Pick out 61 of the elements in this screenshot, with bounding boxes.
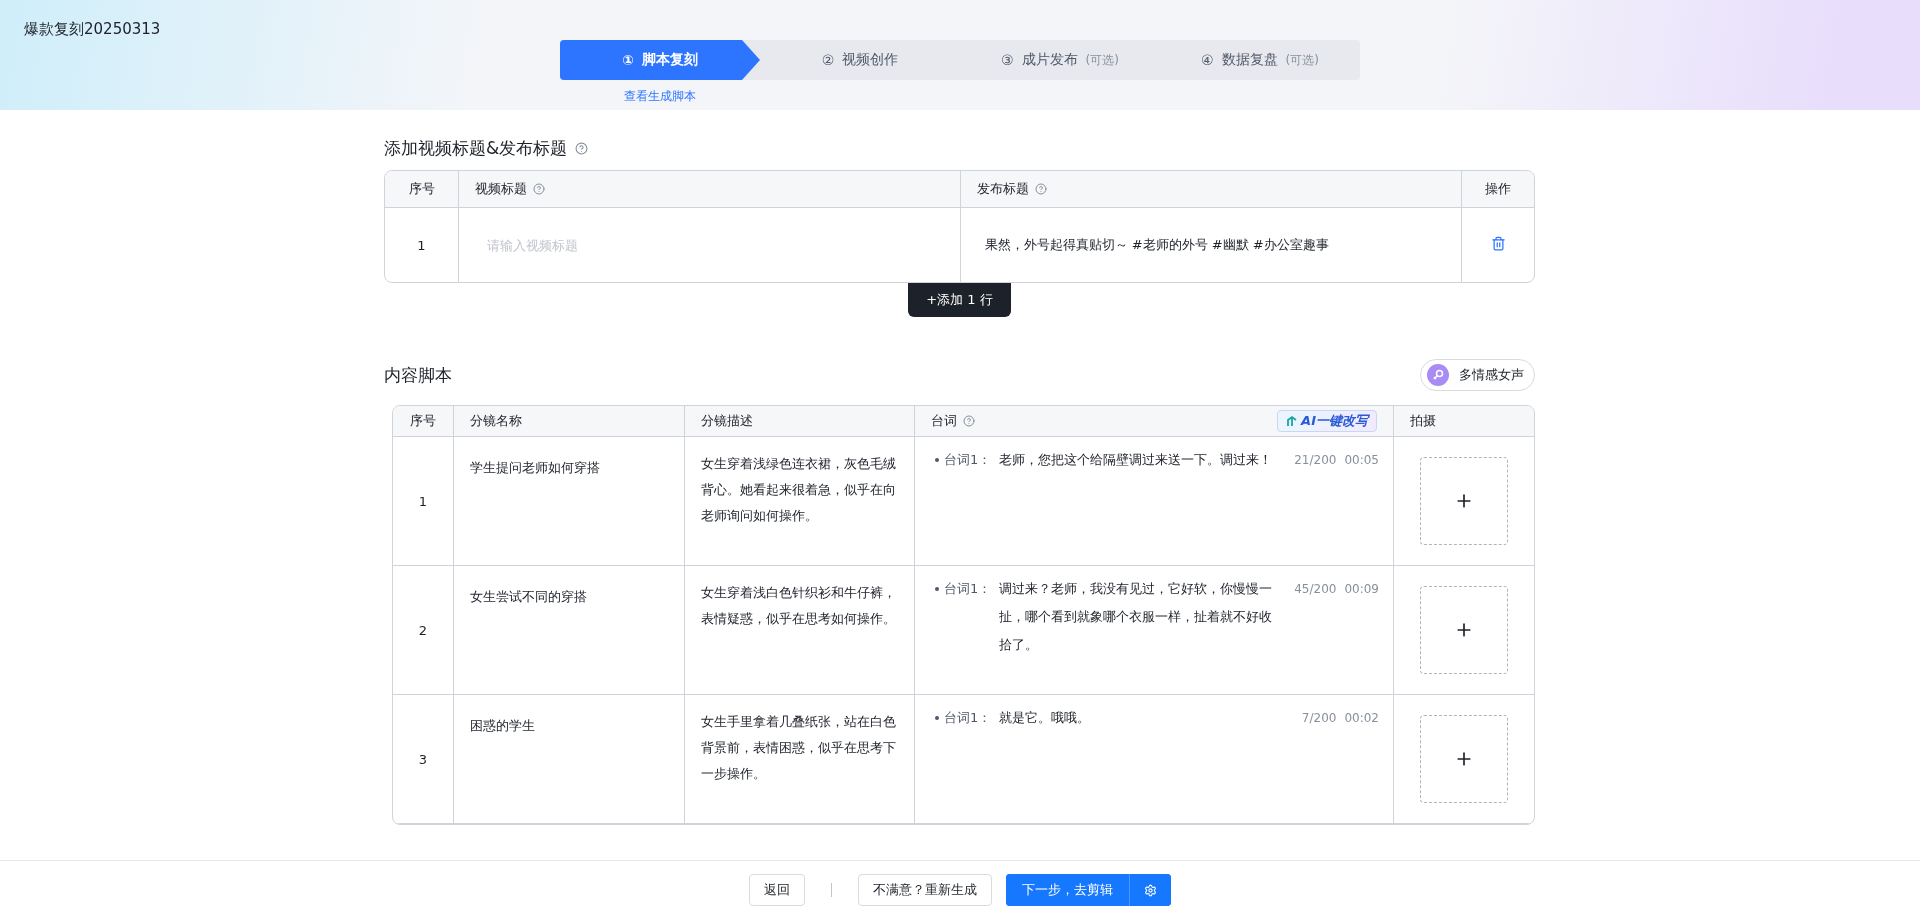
add-row-button[interactable]: +添加 1 行 xyxy=(908,283,1011,317)
video-title-input[interactable]: 请输入视频标题 xyxy=(475,229,968,261)
duration: 00:02 xyxy=(1344,710,1379,727)
row-number: 1 xyxy=(417,237,426,253)
column-header: 台词 xyxy=(931,412,957,430)
dialogue-text: 调过来？老师，我没有见过，它好软，你慢慢一扯，哪个看到就象哪个衣服一样，扯着就不好收拾了。 xyxy=(999,580,1274,654)
help-icon[interactable] xyxy=(963,415,975,427)
view-script-link[interactable]: 查看生成脚本 xyxy=(560,88,760,105)
step-tab[interactable]: ④ 数据复盘 (可选) xyxy=(1160,40,1360,80)
column-header: 视频标题 xyxy=(475,180,527,198)
bullet-icon xyxy=(935,587,939,591)
column-header: 分镜描述 xyxy=(701,412,753,430)
help-icon[interactable] xyxy=(575,141,589,155)
shot-description: 女生手里拿着几叠纸张，站在白色背景前，表情困惑，似乎在思考下一步操作。 xyxy=(701,713,897,783)
shot-description: 女生穿着浅绿色连衣裙，灰色毛绒背心。她看起来很着急，似乎在向老师询问如何操作。 xyxy=(701,455,897,525)
ai-rewrite-button[interactable]: AI一键改写 xyxy=(1277,410,1377,432)
publish-title: 果然，外号起得真贴切～ #老师的外号 #幽默 #办公室趣事 xyxy=(984,237,1329,252)
column-header: 拍摄 xyxy=(1410,412,1436,430)
project-title: 爆款复刻20250313 xyxy=(24,20,161,39)
section-heading: 添加视频标题&发布标题 xyxy=(384,136,568,160)
settings-button[interactable] xyxy=(1129,874,1171,906)
settings-icon xyxy=(1144,883,1157,897)
dialogue-text: 老师，您把这个给隔壁调过来送一下。调过来！ xyxy=(999,451,1274,469)
shot-name: 女生尝试不同的穿搭 xyxy=(470,589,587,604)
bullet-icon xyxy=(935,716,939,720)
row-number: 3 xyxy=(418,751,428,767)
step-tab[interactable]: ② 视频创作 xyxy=(760,40,960,80)
line-label: 台词1： xyxy=(944,709,992,727)
row-number: 2 xyxy=(418,622,428,638)
duration: 00:05 xyxy=(1344,452,1379,469)
delete-icon[interactable] xyxy=(1490,236,1506,251)
voice-icon xyxy=(1427,364,1449,386)
char-count: 21/200 xyxy=(1294,452,1337,469)
column-header: 序号 xyxy=(408,180,435,198)
line-label: 台词1： xyxy=(944,580,992,598)
regenerate-button[interactable]: 不满意？重新生成 xyxy=(858,874,992,906)
voice-button[interactable]: 多情感女声 xyxy=(1420,359,1535,391)
step-tab[interactable]: ① 脚本复刻 xyxy=(560,40,760,80)
add-shot-button[interactable] xyxy=(1420,715,1508,803)
back-button[interactable]: 返回 xyxy=(749,874,805,906)
column-header: 序号 xyxy=(410,412,436,430)
step-tab[interactable]: ③ 成片发布 (可选) xyxy=(960,40,1160,80)
add-shot-button[interactable] xyxy=(1420,586,1508,674)
line-label: 台词1： xyxy=(944,451,992,469)
section-heading: 内容脚本 xyxy=(384,363,452,387)
add-shot-button[interactable] xyxy=(1420,457,1508,545)
help-icon[interactable] xyxy=(1034,183,1047,195)
char-count: 45/200 xyxy=(1294,581,1337,598)
help-icon[interactable] xyxy=(533,183,545,195)
column-header: 发布标题 xyxy=(976,180,1029,198)
char-count: 7/200 xyxy=(1301,710,1337,727)
column-header: 分镜名称 xyxy=(470,412,522,430)
shot-name: 困惑的学生 xyxy=(470,718,535,733)
bullet-icon xyxy=(935,458,939,462)
shot-name: 学生提问老师如何穿搭 xyxy=(470,460,600,475)
duration: 00:09 xyxy=(1344,581,1379,598)
column-header: 操作 xyxy=(1485,180,1511,198)
dialogue-text: 就是它。哦哦。 xyxy=(999,709,1092,727)
shot-description: 女生穿着浅白色针织衫和牛仔裤，表情疑惑，似乎在思考如何操作。 xyxy=(701,584,897,628)
sparkle-icon xyxy=(1286,415,1299,427)
row-number: 1 xyxy=(418,493,428,509)
